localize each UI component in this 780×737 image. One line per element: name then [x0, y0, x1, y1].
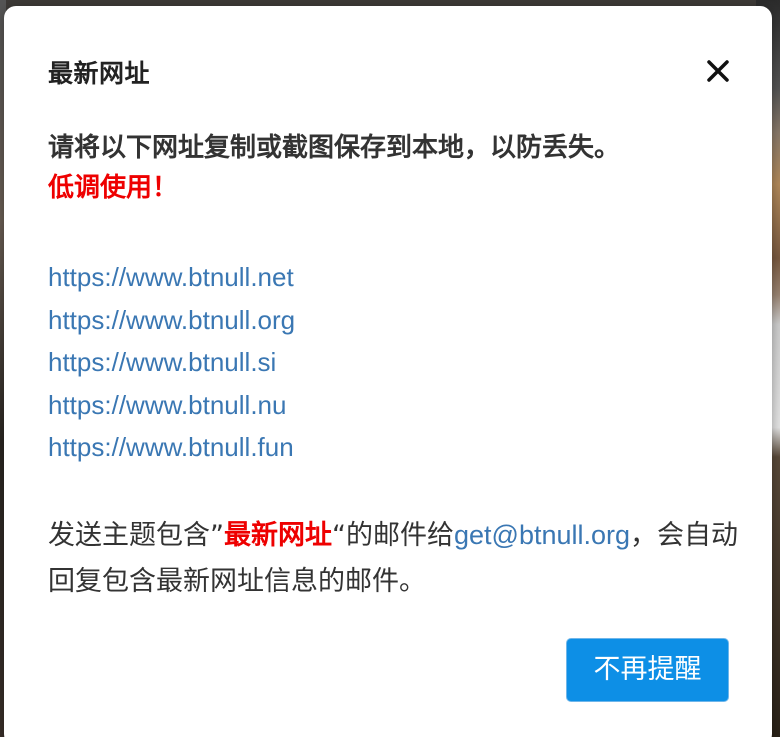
url-link[interactable]: https://www.btnull.org: [48, 305, 295, 335]
save-notice: 请将以下网址复制或截图保存到本地，以防丢失。 低调使用！: [48, 128, 728, 208]
url-list: https://www.btnull.net https://www.btnul…: [48, 256, 295, 469]
url-list-item: https://www.btnull.nu: [48, 384, 295, 427]
email-autoreply-note: 发送主题包含”最新网址“的邮件给get@btnull.org，会自动回复包含最新…: [48, 512, 738, 605]
save-notice-text: 请将以下网址复制或截图保存到本地，以防丢失。: [48, 133, 621, 163]
low-profile-warning: 低调使用！: [48, 173, 179, 203]
close-button[interactable]: [701, 54, 735, 88]
email-note-middle: “的邮件给: [332, 520, 454, 551]
url-list-item: https://www.btnull.net: [48, 256, 295, 299]
email-subject-keyword: 最新网址: [224, 520, 332, 551]
url-link[interactable]: https://www.btnull.fun: [48, 432, 294, 462]
url-link[interactable]: https://www.btnull.si: [48, 347, 276, 377]
email-link[interactable]: get@btnull.org: [454, 520, 630, 550]
url-list-item: https://www.btnull.si: [48, 341, 295, 384]
url-list-item: https://www.btnull.org: [48, 299, 295, 342]
latest-url-dialog: 最新网址 请将以下网址复制或截图保存到本地，以防丢失。 低调使用！ https:…: [4, 6, 772, 737]
url-list-item: https://www.btnull.fun: [48, 426, 295, 469]
close-icon: [707, 60, 729, 82]
dialog-title: 最新网址: [48, 59, 151, 88]
email-note-prefix: 发送主题包含”: [48, 520, 224, 551]
url-link[interactable]: https://www.btnull.nu: [48, 390, 286, 420]
dont-remind-button[interactable]: 不再提醒: [566, 638, 729, 702]
url-link[interactable]: https://www.btnull.net: [48, 262, 294, 292]
